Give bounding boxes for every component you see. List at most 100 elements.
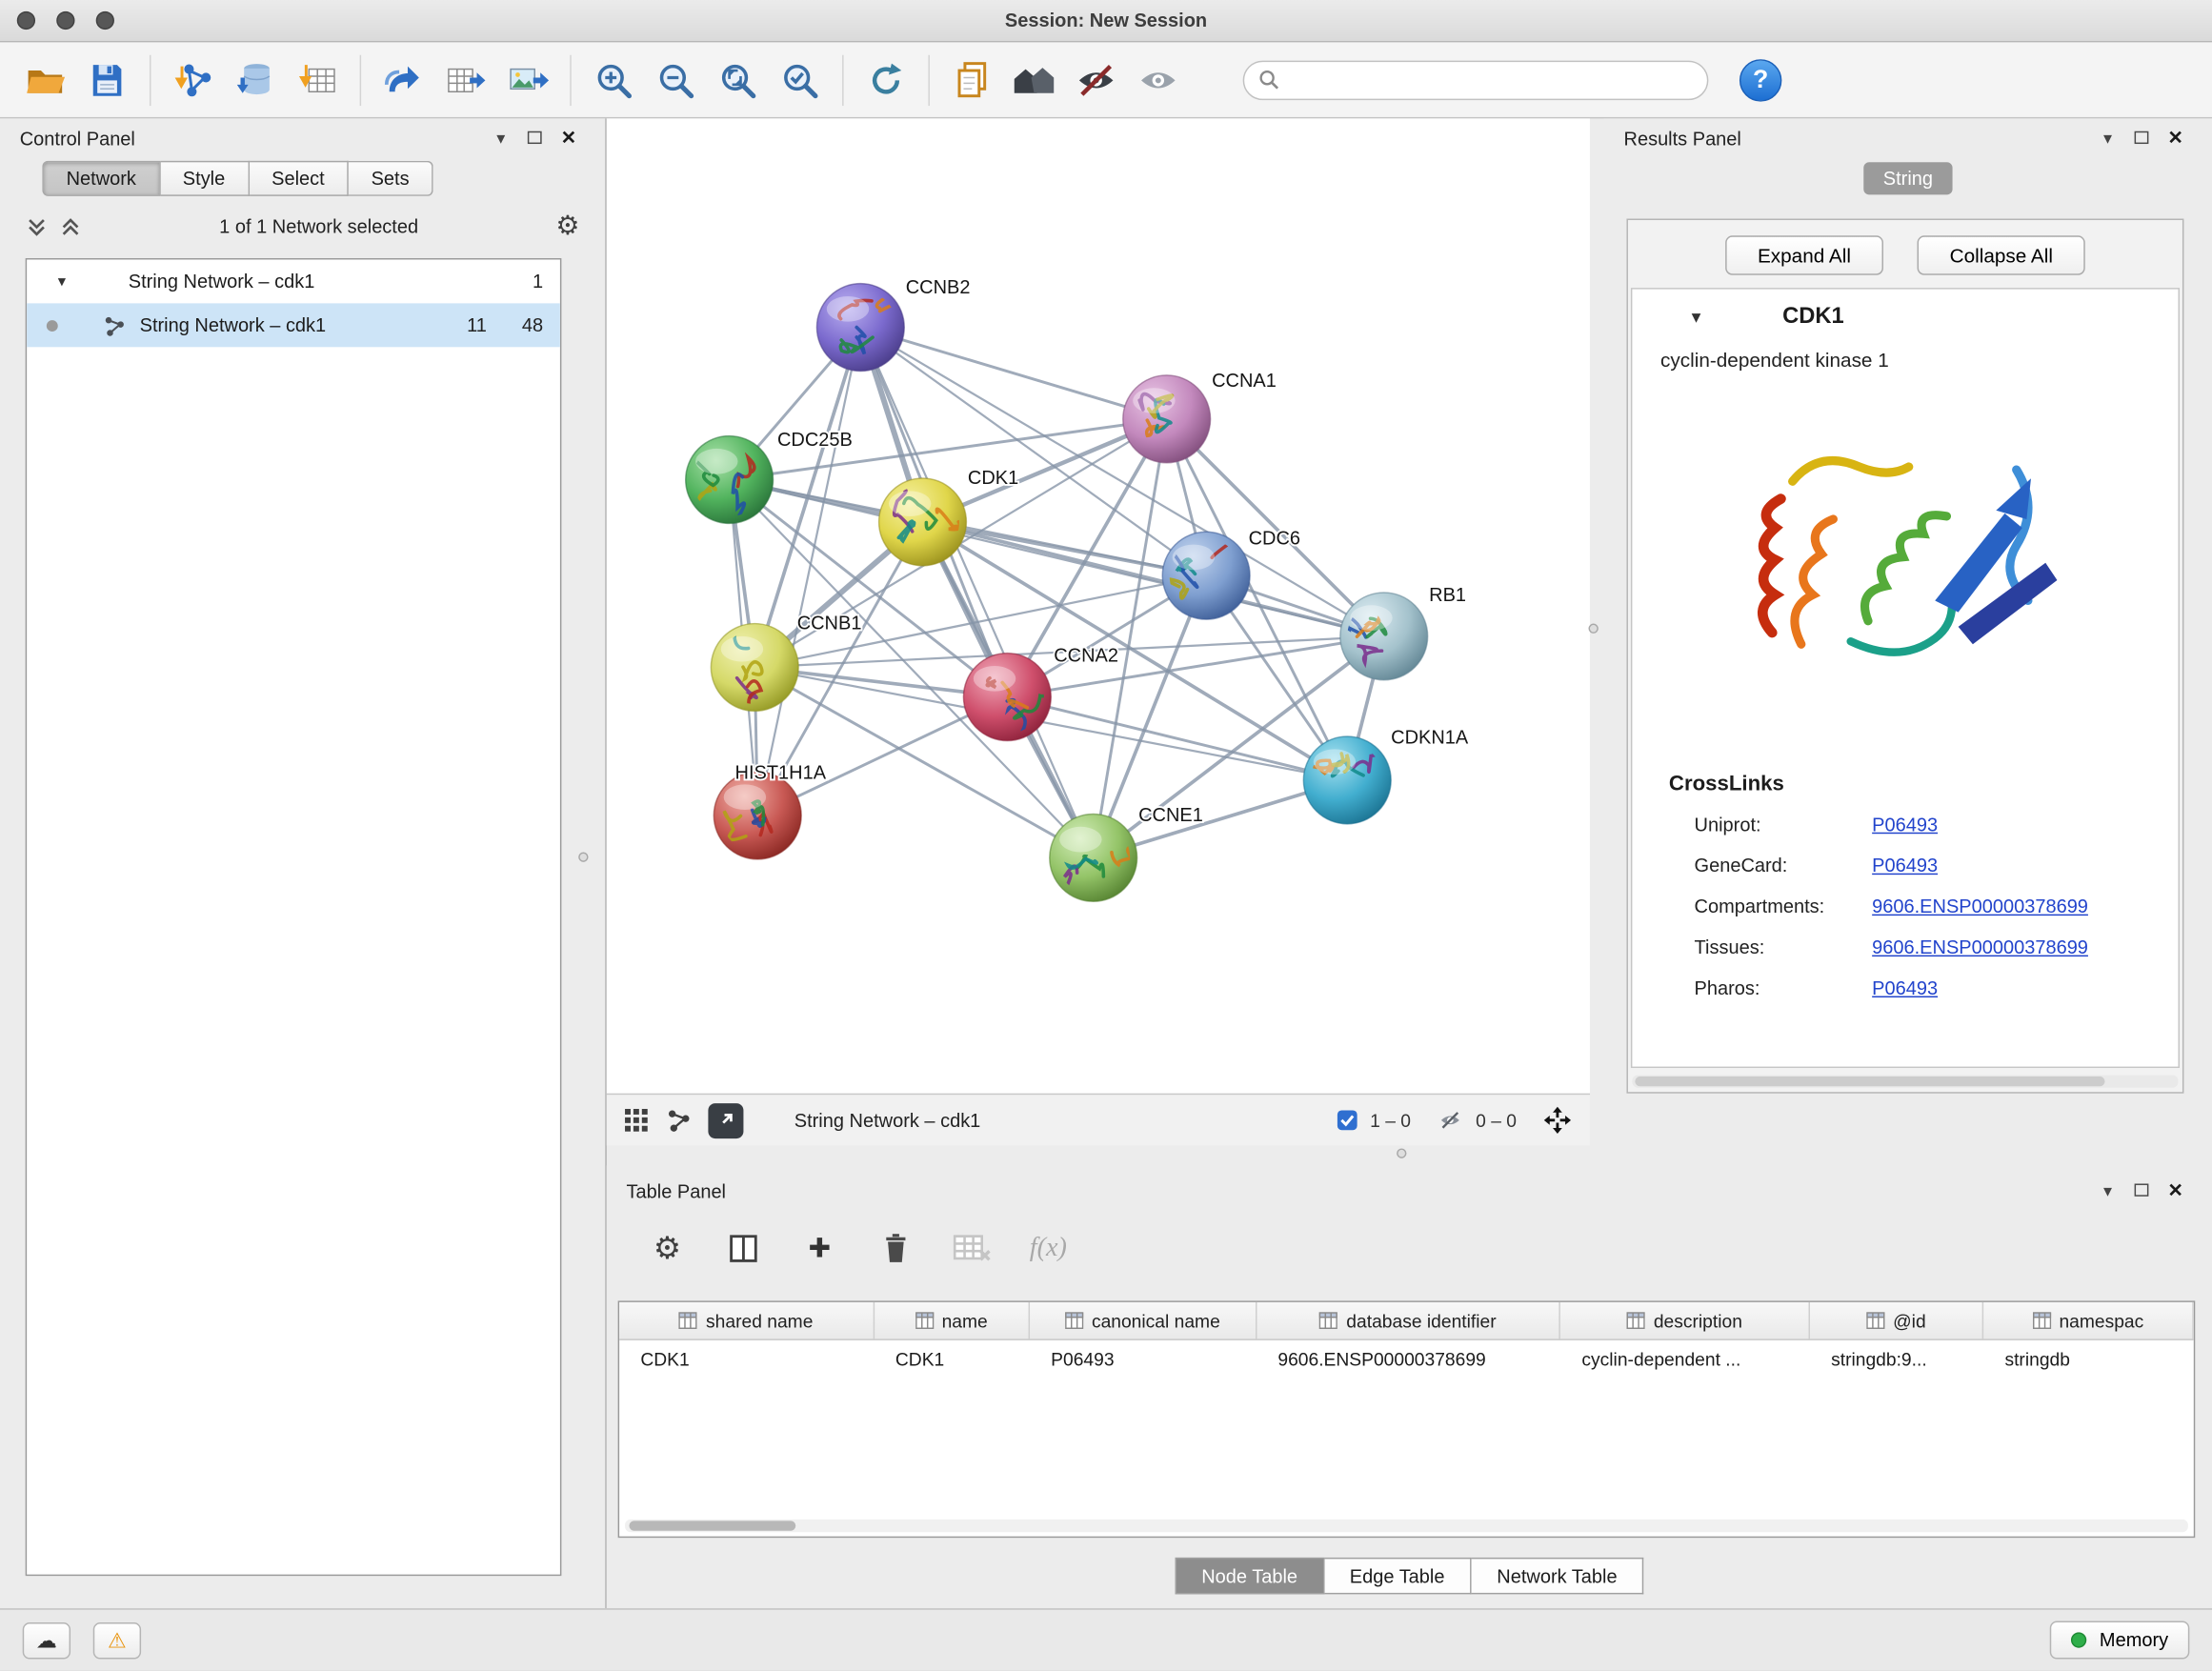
minimize-window-button[interactable]: [56, 11, 74, 30]
float-panel-icon[interactable]: [2124, 129, 2159, 149]
horizontal-splitter-grip[interactable]: [1397, 1148, 1406, 1158]
edge-CCNB2-CCNA1[interactable]: [860, 328, 1166, 419]
panel-menu-icon[interactable]: ▾: [2091, 1181, 2125, 1201]
crosslink-link-pharos[interactable]: P06493: [1872, 977, 1938, 998]
column-header-namespac[interactable]: namespac: [1983, 1302, 2194, 1339]
table-row[interactable]: CDK1CDK1P064939606.ENSP00000378699cyclin…: [619, 1340, 2194, 1379]
right-splitter-grip[interactable]: [1588, 624, 1598, 634]
column-header--id[interactable]: @id: [1810, 1302, 1983, 1339]
network-options-gear-icon[interactable]: ⚙: [555, 213, 579, 240]
results-scrollbar[interactable]: [1632, 1075, 2178, 1087]
node-RB1[interactable]: [1340, 593, 1428, 680]
node-CCNA1[interactable]: [1123, 375, 1211, 463]
panel-menu-icon[interactable]: ▾: [2091, 129, 2125, 149]
show-columns-button[interactable]: [719, 1224, 767, 1272]
birdseye-grid-icon[interactable]: [624, 1108, 650, 1134]
current-network-name: String Network – cdk1: [794, 1110, 981, 1131]
tab-node-table[interactable]: Node Table: [1175, 1558, 1324, 1595]
node-CDC6[interactable]: [1156, 532, 1250, 619]
export-table-button[interactable]: [434, 49, 496, 111]
close-panel-icon[interactable]: ✕: [2159, 1179, 2193, 1202]
export-image-button[interactable]: [496, 49, 558, 111]
node-CCNB1[interactable]: [711, 618, 798, 717]
network-row-selected[interactable]: String Network – cdk1 11 48: [27, 303, 560, 347]
tab-edge-table[interactable]: Edge Table: [1324, 1558, 1471, 1595]
eye-icon: [1137, 58, 1179, 100]
cloud-button[interactable]: ☁: [23, 1621, 70, 1659]
column-header-description[interactable]: description: [1560, 1302, 1810, 1339]
save-session-button[interactable]: [76, 49, 138, 111]
edge-CCNA2-CDKN1A[interactable]: [1007, 697, 1347, 780]
expand-all-button[interactable]: Expand All: [1725, 235, 1883, 274]
left-splitter-grip[interactable]: [578, 852, 588, 861]
close-window-button[interactable]: [17, 11, 35, 30]
table-scrollbar[interactable]: [625, 1520, 2188, 1532]
import-network-database-button[interactable]: [224, 49, 286, 111]
crosslink-link-tissues[interactable]: 9606.ENSP00000378699: [1872, 936, 2088, 957]
node-CCNA2[interactable]: [963, 654, 1051, 741]
table-scrollbar-thumb[interactable]: [629, 1520, 795, 1530]
node-CDK1[interactable]: [879, 478, 967, 566]
search-input[interactable]: [1279, 68, 1693, 91]
function-builder-button[interactable]: f(x): [1024, 1224, 1072, 1272]
collapse-all-button[interactable]: Collapse All: [1918, 235, 2085, 274]
node-CCNB2[interactable]: [816, 284, 904, 372]
column-header-database-identifier[interactable]: database identifier: [1257, 1302, 1560, 1339]
results-scrollbar-thumb[interactable]: [1635, 1077, 2104, 1086]
tab-select[interactable]: Select: [249, 161, 348, 196]
close-panel-icon[interactable]: ✕: [552, 127, 586, 150]
gene-disclosure-icon[interactable]: ▾: [1692, 306, 1701, 329]
hide-selected-button[interactable]: [1065, 49, 1127, 111]
selected-checkbox-icon[interactable]: [1337, 1109, 1359, 1132]
column-header-shared-name[interactable]: shared name: [619, 1302, 875, 1339]
tab-string[interactable]: String: [1863, 162, 1953, 194]
zoom-fit-button[interactable]: [707, 49, 769, 111]
node-CDC25B[interactable]: [686, 436, 774, 524]
crosslink-link-genecard[interactable]: P06493: [1872, 855, 1938, 876]
refresh-layout-button[interactable]: [855, 49, 916, 111]
zoom-window-button[interactable]: [96, 11, 114, 30]
create-column-button[interactable]: ✚: [795, 1224, 843, 1272]
table-options-button[interactable]: ⚙: [643, 1224, 691, 1272]
tab-sets[interactable]: Sets: [349, 161, 433, 196]
delete-table-button[interactable]: [948, 1224, 995, 1272]
disclosure-triangle-icon[interactable]: ▾: [58, 272, 78, 291]
import-table-button[interactable]: [287, 49, 349, 111]
show-all-button[interactable]: [1127, 49, 1189, 111]
memory-button[interactable]: Memory: [2050, 1621, 2189, 1660]
hidden-eye-slash-icon[interactable]: [1437, 1109, 1465, 1132]
tab-style[interactable]: Style: [160, 161, 249, 196]
float-panel-icon[interactable]: [2124, 1181, 2159, 1201]
zoom-out-button[interactable]: [645, 49, 707, 111]
zoom-in-button[interactable]: [583, 49, 645, 111]
float-panel-icon[interactable]: [517, 129, 552, 149]
node-HIST1H1A[interactable]: [714, 772, 801, 859]
crosslink-link-compartments[interactable]: 9606.ENSP00000378699: [1872, 896, 2088, 916]
main-toolbar: ?: [0, 42, 2212, 118]
open-external-button[interactable]: [708, 1102, 743, 1137]
move-crosshair-icon[interactable]: [1542, 1105, 1574, 1137]
export-network-button[interactable]: [372, 49, 434, 111]
network-collection-row[interactable]: ▾ String Network – cdk1 1: [27, 259, 560, 303]
collapse-all-icon[interactable]: [26, 215, 49, 238]
node-CDKN1A[interactable]: [1303, 736, 1391, 824]
network-graph[interactable]: CCNB2CCNA1CDC25BCDK1CDC6RB1CCNB1CCNA2CDK…: [607, 118, 1590, 1093]
import-network-file-button[interactable]: [162, 49, 224, 111]
warnings-button[interactable]: ⚠: [93, 1621, 141, 1659]
network-share-icon[interactable]: [666, 1108, 692, 1134]
column-header-name[interactable]: name: [875, 1302, 1030, 1339]
column-header-canonical-name[interactable]: canonical name: [1030, 1302, 1257, 1339]
zoom-selected-button[interactable]: [769, 49, 831, 111]
crosslink-link-uniprot[interactable]: P06493: [1872, 814, 1938, 835]
document-copy-button[interactable]: [941, 49, 1003, 111]
panel-menu-icon[interactable]: ▾: [484, 129, 518, 149]
close-panel-icon[interactable]: ✕: [2159, 127, 2193, 150]
open-session-button[interactable]: [14, 49, 76, 111]
tab-network[interactable]: Network: [42, 161, 160, 196]
expand-all-icon[interactable]: [59, 215, 82, 238]
help-button[interactable]: ?: [1739, 58, 1781, 100]
homes-button[interactable]: [1003, 49, 1065, 111]
edge-CCNB2-CCNE1[interactable]: [860, 328, 1093, 858]
delete-column-button[interactable]: [872, 1224, 919, 1272]
tab-network-table[interactable]: Network Table: [1472, 1558, 1644, 1595]
